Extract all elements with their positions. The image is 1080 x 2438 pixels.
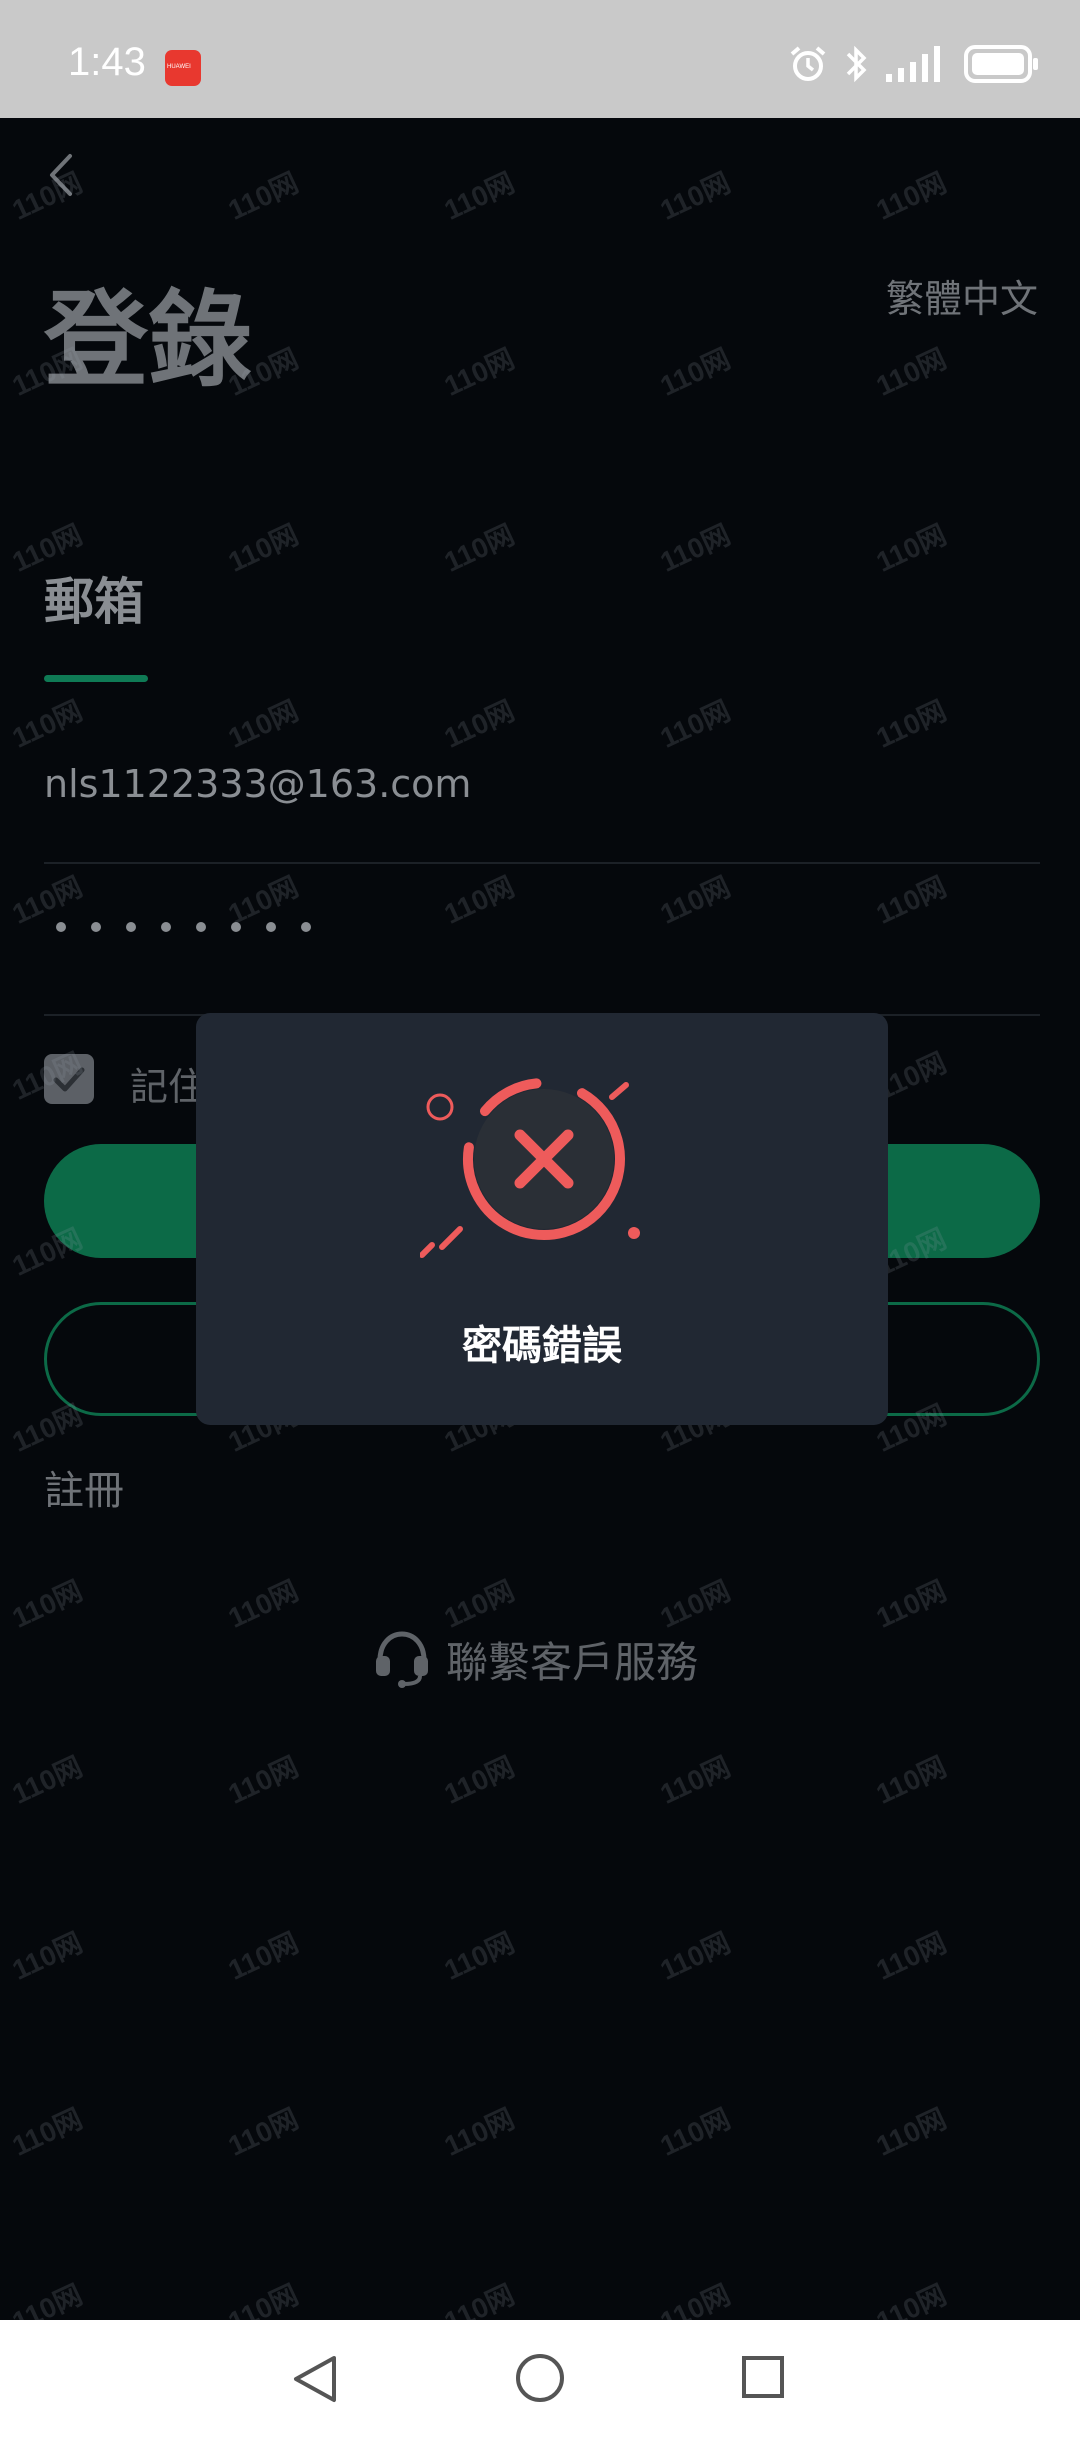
back-arrow-icon[interactable] <box>40 150 80 200</box>
signal-icon <box>886 46 940 82</box>
alarm-icon <box>790 46 826 81</box>
remember-label: 記住 <box>130 1065 207 1109</box>
huawei-badge-text: HUAWEI <box>167 64 191 70</box>
email-input[interactable]: nls1122333@163.com <box>44 762 471 806</box>
tab-email[interactable]: 郵箱 <box>44 562 144 634</box>
error-dialog: 密碼錯誤 <box>196 1013 888 1425</box>
contact-support-label: 聯繫客戶服務 <box>446 1637 699 1687</box>
email-divider <box>44 862 1040 864</box>
battery-icon <box>964 45 1038 83</box>
nav-recent-icon[interactable] <box>740 2354 786 2400</box>
status-bar: 1:43 HUAWEI <box>0 0 1080 118</box>
check-icon <box>53 1067 85 1092</box>
error-message: 密碼錯誤 <box>462 1323 622 1369</box>
contact-support-link[interactable]: 聯繫客戶服務 <box>372 1628 698 1690</box>
headset-icon <box>376 1631 428 1688</box>
nav-back-icon[interactable] <box>290 2352 340 2406</box>
nav-home-icon[interactable] <box>514 2352 566 2404</box>
page-title: 登錄 <box>44 279 253 401</box>
language-switch[interactable]: 繁體中文 <box>886 268 1038 323</box>
status-icons <box>788 44 1040 84</box>
bluetooth-icon <box>846 45 867 83</box>
tab-active-indicator <box>44 675 148 682</box>
register-link[interactable]: 註冊 <box>44 1458 124 1516</box>
password-input[interactable] <box>56 922 311 932</box>
remember-checkbox[interactable] <box>44 1054 94 1104</box>
error-x-icon <box>420 1078 640 1258</box>
huawei-app-icon: HUAWEI <box>165 50 201 86</box>
status-time: 1:43 <box>68 40 146 84</box>
